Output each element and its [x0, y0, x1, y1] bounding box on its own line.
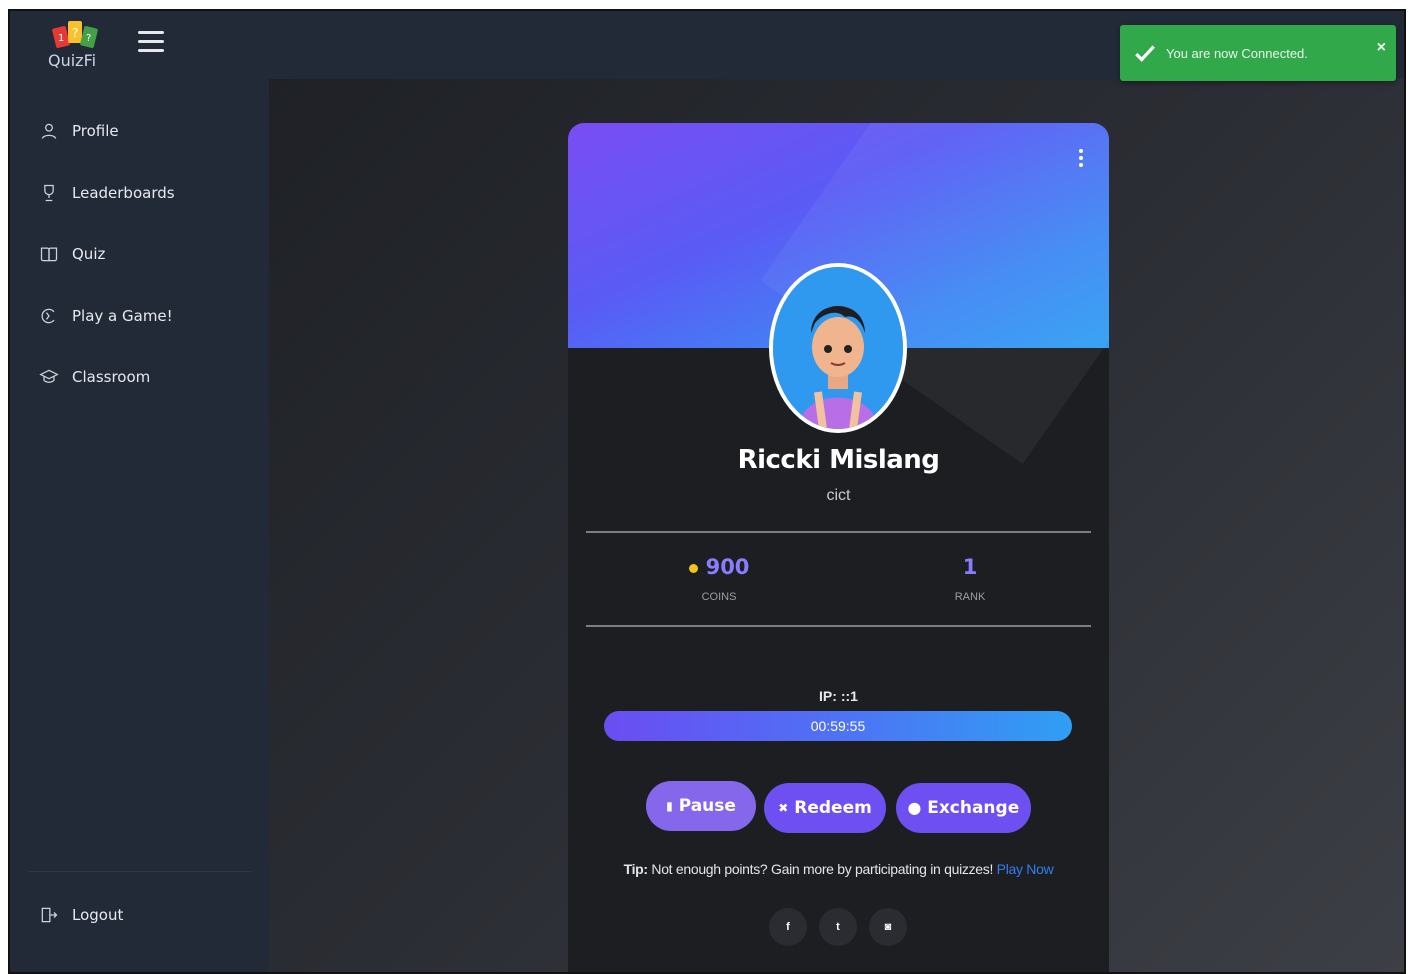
pause-button[interactable]: ▮ Pause: [646, 781, 756, 831]
profile-department: cict: [826, 487, 851, 504]
connection-toast: You are now Connected. ×: [1120, 25, 1396, 81]
tip-message: Not enough points? Gain more by particip…: [651, 861, 994, 877]
sidebar-divider: [28, 871, 251, 872]
sidebar-item-logout[interactable]: Logout: [38, 895, 248, 935]
divider: [586, 625, 1091, 627]
rank-label: RANK: [954, 591, 986, 603]
rank-value: 1: [962, 555, 978, 579]
quizfi-logo[interactable]: 1 ? ? QuizFi: [46, 17, 110, 73]
coins-value: 900: [705, 555, 750, 579]
trophy-icon: [38, 182, 60, 204]
sidebar-item-label: Profile: [72, 122, 119, 140]
more-options-icon[interactable]: [1079, 149, 1085, 169]
exchange-button[interactable]: ⬤ Exchange: [896, 783, 1031, 833]
tip-prefix: Tip:: [623, 861, 649, 877]
sidebar-item-label: Logout: [72, 906, 124, 924]
logo-text: QuizFi: [48, 51, 97, 70]
divider: [586, 531, 1091, 533]
profile-name: Riccki Mislang: [737, 445, 940, 475]
sidebar-item-leaderboards[interactable]: Leaderboards: [38, 173, 248, 213]
redeem-button[interactable]: ✖ Redeem: [764, 783, 886, 833]
sidebar-item-profile[interactable]: Profile: [38, 111, 248, 151]
sidebar-item-play-game[interactable]: Play a Game!: [38, 296, 248, 336]
logout-icon: [38, 904, 60, 926]
session-timer: 00:59:55: [810, 718, 866, 734]
book-icon: [38, 243, 60, 265]
avatar: [769, 263, 907, 433]
play-now-link[interactable]: Play Now: [997, 861, 1054, 877]
sidebar-item-quiz[interactable]: Quiz: [38, 234, 248, 274]
sidebar-item-label: Quiz: [72, 245, 106, 263]
sidebar: Profile Leaderboards Quiz Play a Game! C…: [10, 79, 269, 972]
game-icon: [38, 305, 60, 327]
sidebar-item-label: Leaderboards: [72, 184, 175, 202]
toast-close-button[interactable]: ×: [1377, 39, 1386, 57]
coin-icon: [688, 563, 698, 573]
app-window: 1 ? ? QuizFi Profile Leaderboards Quiz P…: [8, 9, 1406, 974]
twitter-icon[interactable]: t: [819, 908, 857, 946]
sidebar-item-classroom[interactable]: Classroom: [38, 357, 248, 397]
sidebar-item-label: Play a Game!: [72, 307, 173, 325]
classroom-icon: [38, 366, 60, 388]
menu-toggle-icon[interactable]: [138, 31, 164, 57]
redeem-label: Redeem: [794, 798, 872, 818]
coins-stat: 900 COINS: [639, 555, 799, 603]
ticket-icon: ✖: [778, 801, 789, 815]
coins-label: COINS: [701, 591, 737, 603]
session-timer-bar: 00:59:55: [604, 711, 1072, 741]
rank-stat: 1 RANK: [890, 555, 1050, 603]
toast-message: You are now Connected.: [1166, 45, 1308, 61]
instagram-icon[interactable]: ◙: [869, 908, 907, 946]
pause-icon: ▮: [666, 799, 673, 813]
profile-card: Riccki Mislang cict 900 COINS 1 RANK IP:…: [568, 123, 1109, 972]
ip-address: IP: ::1: [819, 688, 858, 704]
exchange-label: Exchange: [927, 798, 1020, 818]
facebook-icon[interactable]: f: [769, 908, 807, 946]
check-icon: [1135, 45, 1155, 62]
svg-text:?: ?: [86, 33, 91, 44]
user-icon: [38, 120, 60, 142]
svg-text:?: ?: [72, 26, 78, 40]
svg-text:1: 1: [58, 33, 64, 44]
sidebar-item-label: Classroom: [72, 368, 151, 386]
exchange-icon: ⬤: [907, 801, 922, 815]
pause-label: Pause: [678, 796, 736, 816]
tip-text: Tip: Not enough points? Gain more by par…: [568, 861, 1109, 877]
